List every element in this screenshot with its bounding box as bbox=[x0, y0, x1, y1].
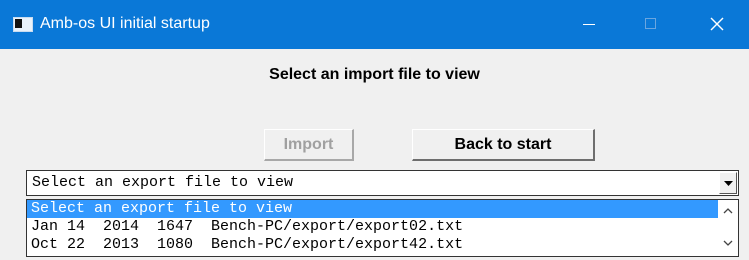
minimize-button[interactable] bbox=[560, 0, 618, 49]
scroll-up-icon[interactable] bbox=[723, 208, 733, 214]
export-file-select-value: Select an export file to view bbox=[32, 174, 294, 191]
maximize-button bbox=[622, 0, 680, 49]
minimize-icon bbox=[583, 24, 595, 25]
vertical-scrollbar[interactable] bbox=[718, 200, 738, 256]
export-file-select[interactable]: Select an export file to view bbox=[26, 170, 739, 196]
page-heading: Select an import file to view bbox=[269, 66, 480, 83]
close-button[interactable] bbox=[688, 0, 746, 49]
import-button: Import bbox=[264, 129, 354, 161]
list-item[interactable]: Select an export file to view bbox=[27, 200, 718, 218]
close-icon bbox=[710, 17, 724, 31]
scroll-down-icon[interactable] bbox=[723, 240, 733, 246]
window-title: Amb-os UI initial startup bbox=[40, 15, 210, 32]
title-bar[interactable]: Amb-os UI initial startup bbox=[0, 0, 749, 49]
export-file-list[interactable]: Select an export file to view Jan 14 201… bbox=[26, 199, 739, 257]
back-to-start-button[interactable]: Back to start bbox=[412, 129, 595, 161]
list-item[interactable]: Oct 22 2013 1080 Bench-PC/export/export4… bbox=[27, 236, 718, 254]
maximize-icon bbox=[645, 18, 656, 29]
list-item[interactable]: Jan 14 2014 1647 Bench-PC/export/export0… bbox=[27, 218, 718, 236]
dropdown-button[interactable] bbox=[719, 172, 737, 194]
chevron-down-icon bbox=[724, 181, 733, 186]
app-window-icon bbox=[13, 17, 33, 32]
